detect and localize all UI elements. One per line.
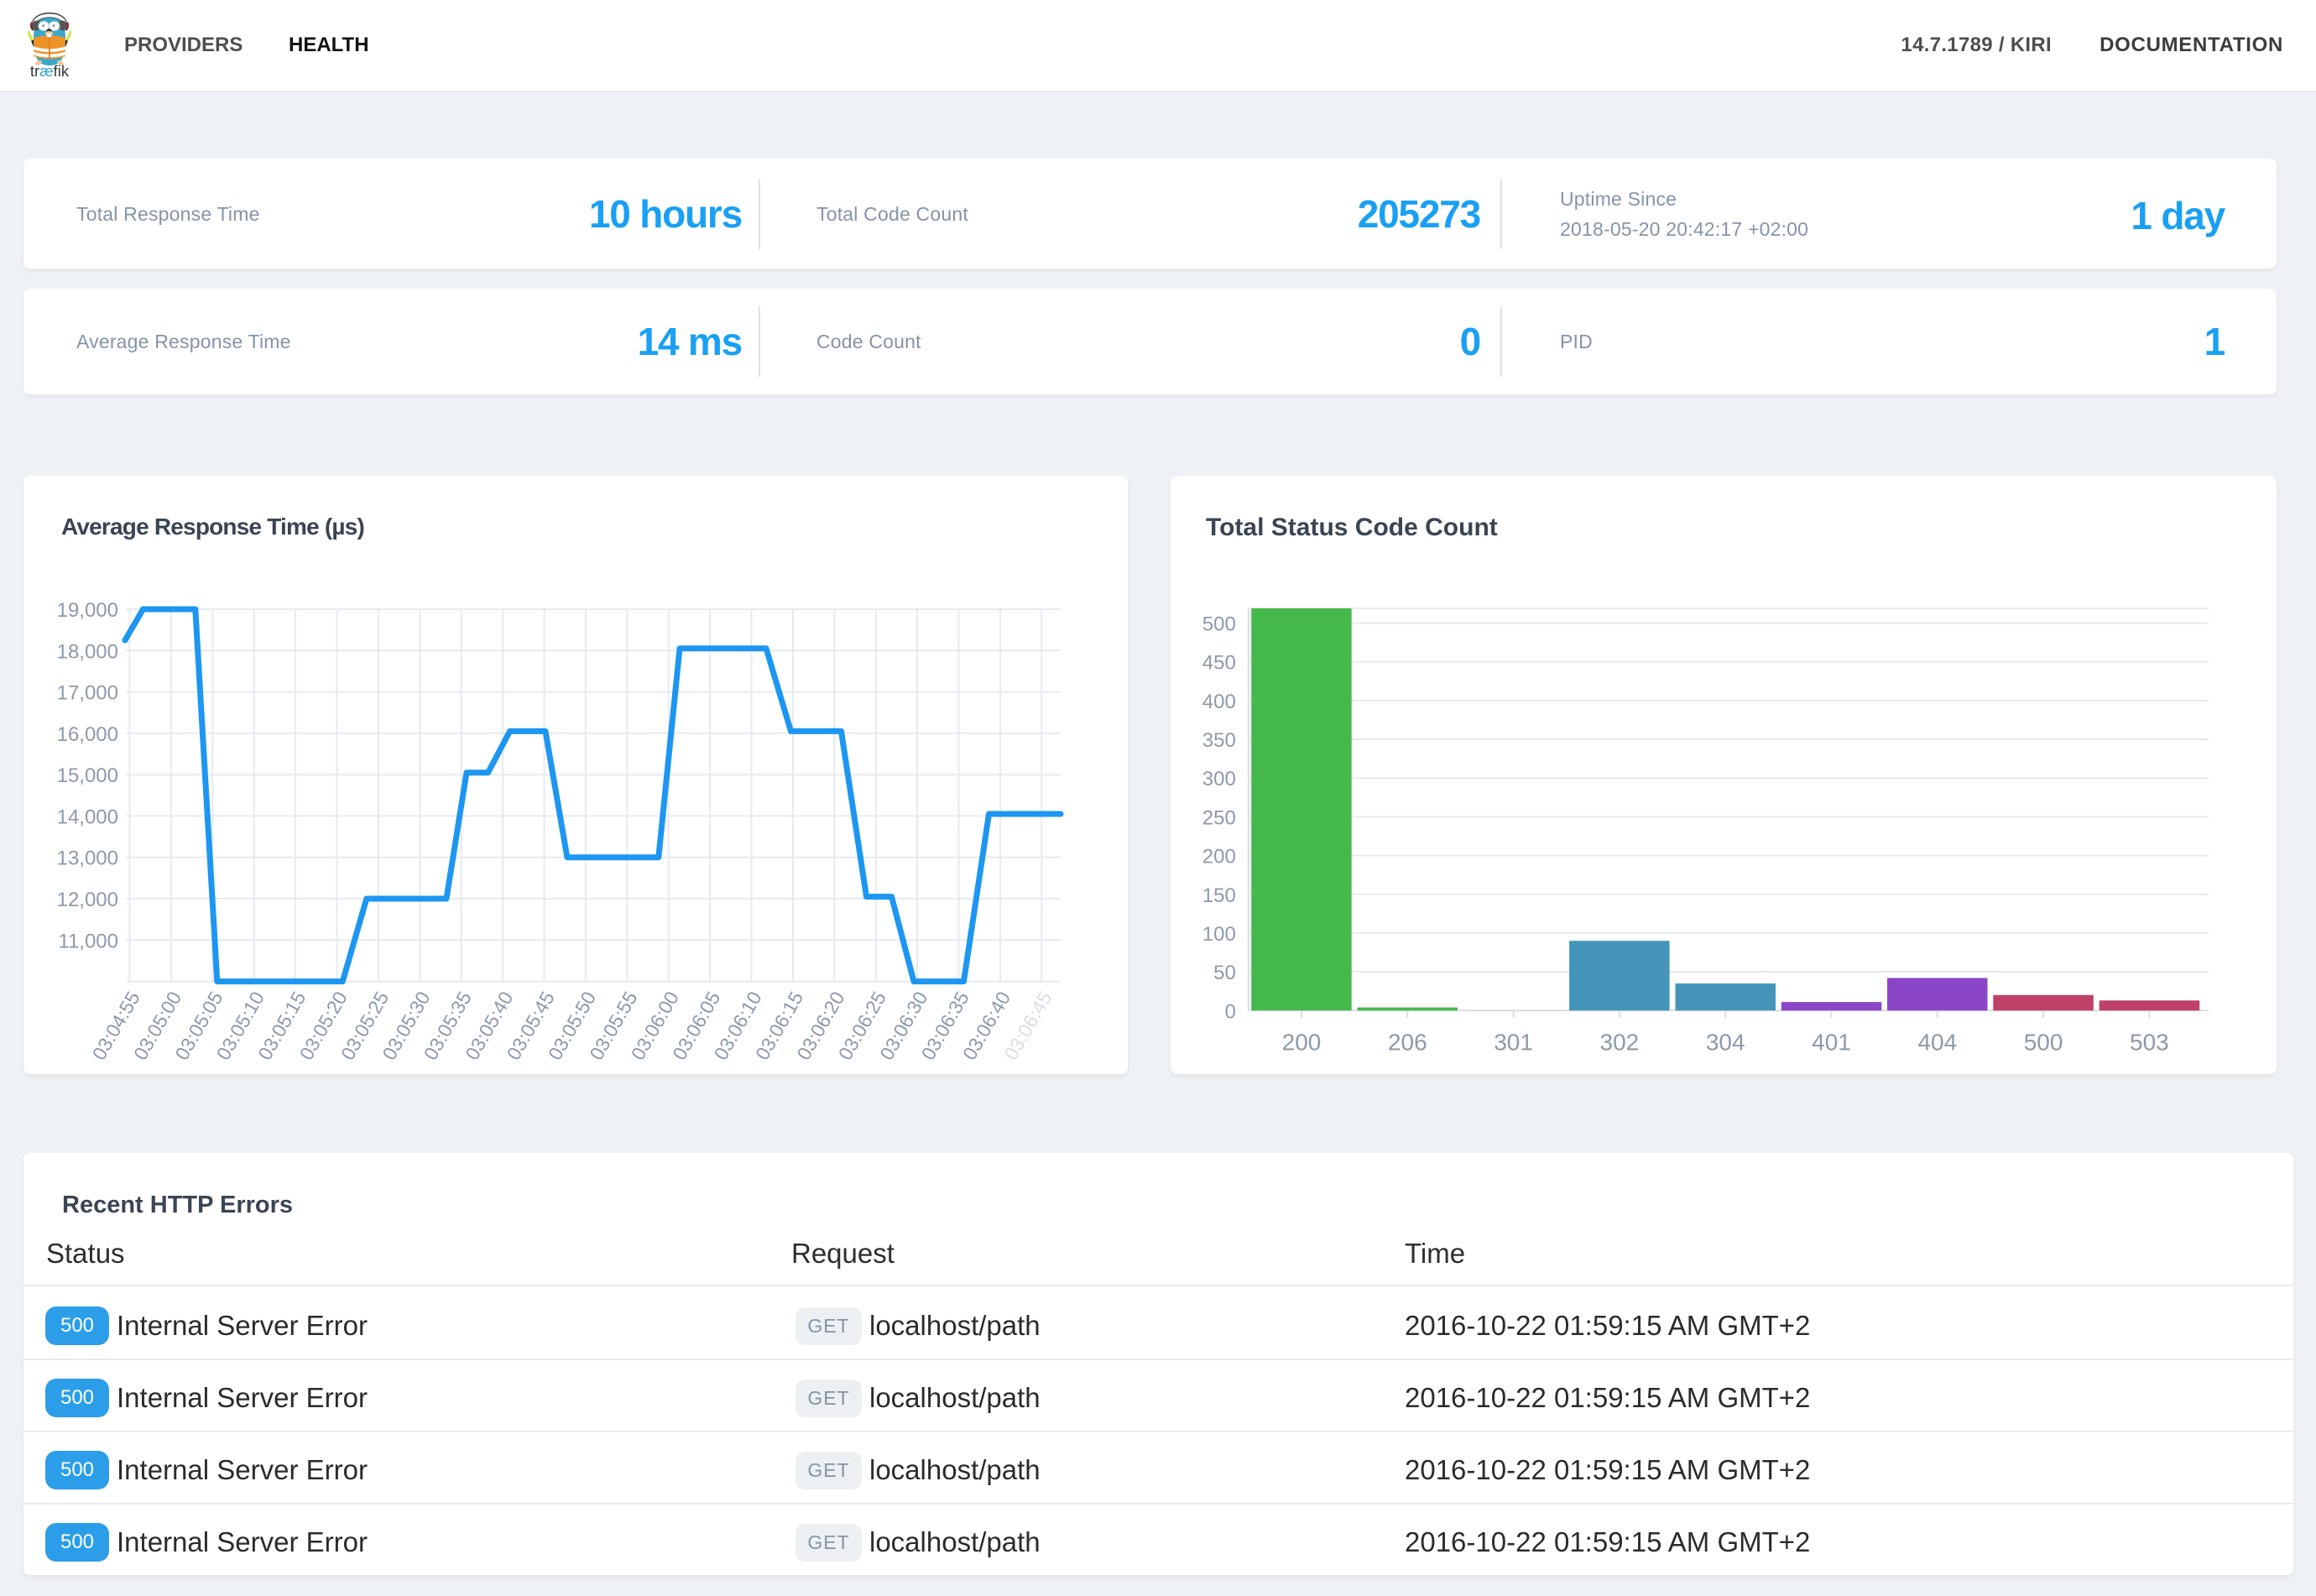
- svg-text:300: 300: [1202, 768, 1236, 790]
- svg-text:50: 50: [1213, 962, 1236, 984]
- svg-text:17,000: 17,000: [57, 682, 118, 705]
- svg-text:19,000: 19,000: [57, 599, 118, 622]
- svg-text:15,000: 15,000: [57, 764, 118, 787]
- svg-text:400: 400: [1202, 691, 1236, 713]
- svg-text:træfik: træfik: [30, 62, 70, 80]
- svg-text:150: 150: [1202, 884, 1236, 907]
- svg-text:503: 503: [2130, 1029, 2169, 1055]
- svg-text:302: 302: [1600, 1029, 1640, 1055]
- svg-text:18,000: 18,000: [57, 640, 118, 663]
- svg-text:500: 500: [2024, 1029, 2063, 1055]
- svg-text:304: 304: [1706, 1029, 1745, 1055]
- svg-text:0: 0: [1224, 1000, 1235, 1023]
- svg-text:250: 250: [1202, 806, 1236, 829]
- svg-text:301: 301: [1494, 1029, 1533, 1055]
- svg-text:350: 350: [1202, 729, 1236, 752]
- svg-text:12,000: 12,000: [57, 889, 118, 911]
- svg-text:200: 200: [1202, 846, 1236, 868]
- svg-text:16,000: 16,000: [57, 723, 118, 746]
- svg-text:450: 450: [1202, 652, 1236, 675]
- svg-text:401: 401: [1812, 1029, 1851, 1055]
- svg-text:14,000: 14,000: [57, 806, 118, 828]
- svg-text:206: 206: [1388, 1029, 1427, 1055]
- svg-text:500: 500: [1202, 613, 1236, 636]
- svg-text:100: 100: [1202, 923, 1236, 946]
- svg-text:404: 404: [1917, 1029, 1957, 1055]
- svg-text:200: 200: [1282, 1029, 1322, 1055]
- svg-text:13,000: 13,000: [57, 848, 118, 870]
- svg-text:11,000: 11,000: [58, 930, 118, 952]
